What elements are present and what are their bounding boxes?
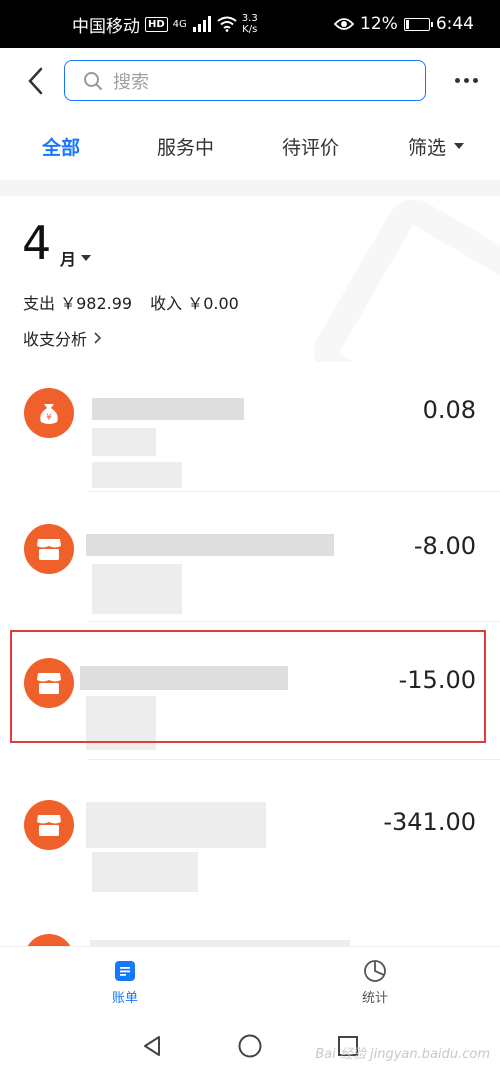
month-selector[interactable]: 月 [60, 246, 92, 270]
watermark: Bai 经验 jingyan.baidu.com [315, 1047, 490, 1062]
redacted-title [86, 802, 266, 848]
wifi-icon [217, 16, 237, 32]
month-number[interactable]: 4 [22, 216, 51, 270]
redacted-detail [92, 462, 182, 488]
tab-label: 服务中 [157, 136, 215, 159]
transaction-row[interactable]: -8.00 [0, 492, 500, 622]
income-value: ￥0.00 [187, 294, 239, 313]
bottom-tab-bar: 账单 统计 [0, 946, 500, 1022]
store-icon [24, 934, 74, 946]
expense-value: ￥982.99 [60, 294, 133, 313]
clock: 6:44 [435, 14, 474, 34]
transaction-amount: -8.00 [413, 532, 476, 560]
nav-label: 统计 [361, 991, 388, 1006]
dropdown-caret-icon [81, 255, 92, 261]
redacted-detail [92, 564, 182, 614]
system-nav-bar: Bai 经验 jingyan.baidu.com [0, 1022, 500, 1070]
nav-back-icon[interactable] [141, 1034, 163, 1058]
analysis-label: 收支分析 [23, 330, 88, 349]
chevron-right-icon [94, 332, 102, 344]
search-input[interactable]: 搜索 [64, 60, 426, 101]
hd-badge: HD [145, 16, 168, 32]
redacted-detail [92, 428, 156, 456]
store-icon [24, 658, 74, 708]
store-icon [24, 524, 74, 574]
tab-label: 待评价 [282, 136, 340, 159]
tab-filter[interactable]: 筛选 [408, 126, 465, 166]
header: 搜索 全部 服务中 待评价 筛选 [0, 48, 500, 180]
tab-label: 全部 [42, 136, 81, 159]
transaction-row[interactable] [0, 926, 500, 946]
signal-icon [192, 16, 211, 32]
transaction-row[interactable]: -341.00 [0, 768, 500, 898]
net-speed: 3.3 K/s [241, 13, 258, 35]
back-button[interactable] [18, 62, 52, 100]
nav-label: 账单 [111, 991, 138, 1006]
battery-percent: 12% [360, 14, 398, 34]
redacted-title [86, 534, 334, 556]
expense-label: 支出 [23, 294, 56, 313]
svg-text:¥: ¥ [46, 413, 52, 423]
transaction-list: ¥ 0.08 -8.00 -15.00 -341.00 [0, 362, 500, 946]
redacted-title [80, 666, 288, 690]
month-totals: 支出 ￥982.99 收入 ￥0.00 [23, 290, 239, 314]
money-bag-icon: ¥ [24, 388, 74, 438]
network-type: 4G [172, 18, 187, 30]
nav-statistics[interactable]: 统计 [335, 959, 415, 1006]
redacted-detail [92, 852, 198, 892]
eye-icon [334, 18, 355, 30]
decorative-shape [303, 196, 500, 362]
income-label: 收入 [150, 294, 183, 313]
back-arrow-icon [28, 67, 43, 95]
transaction-amount: -15.00 [398, 666, 476, 694]
more-options-button[interactable] [446, 68, 486, 92]
nav-bill[interactable]: 账单 [85, 959, 165, 1006]
bill-icon [115, 961, 135, 981]
transaction-row[interactable]: -15.00 [0, 630, 500, 760]
search-placeholder: 搜索 [113, 71, 149, 93]
dot-icon [463, 77, 469, 83]
status-bar: 中国移动 HD 4G 3.3 K/s 12% 6:44 [0, 0, 500, 48]
redacted-detail [86, 696, 156, 750]
tab-to-review[interactable]: 待评价 [282, 126, 339, 166]
store-icon [24, 800, 74, 850]
search-icon [84, 71, 102, 90]
tab-bar: 全部 服务中 待评价 筛选 [0, 126, 500, 166]
divider [88, 621, 500, 622]
pie-chart-icon [364, 960, 386, 982]
divider [88, 759, 500, 760]
tab-label: 筛选 [408, 136, 447, 159]
transaction-amount: -341.00 [383, 808, 476, 836]
dot-icon [472, 77, 478, 83]
battery-icon [403, 17, 433, 31]
income-expense-analysis-link[interactable]: 收支分析 [23, 326, 102, 350]
transaction-amount: 0.08 [422, 396, 476, 424]
carrier-name: 中国移动 [72, 16, 140, 37]
transaction-row[interactable]: ¥ 0.08 [0, 362, 500, 492]
dot-icon [454, 77, 460, 83]
redacted-title [92, 398, 244, 420]
nav-home-icon[interactable] [237, 1033, 263, 1059]
tab-in-service[interactable]: 服务中 [157, 126, 214, 166]
month-summary-card: 4 月 支出 ￥982.99 收入 ￥0.00 收支分析 [0, 196, 500, 362]
dropdown-caret-icon [454, 143, 465, 149]
month-unit-label: 月 [60, 250, 77, 269]
tab-all[interactable]: 全部 [42, 126, 80, 166]
